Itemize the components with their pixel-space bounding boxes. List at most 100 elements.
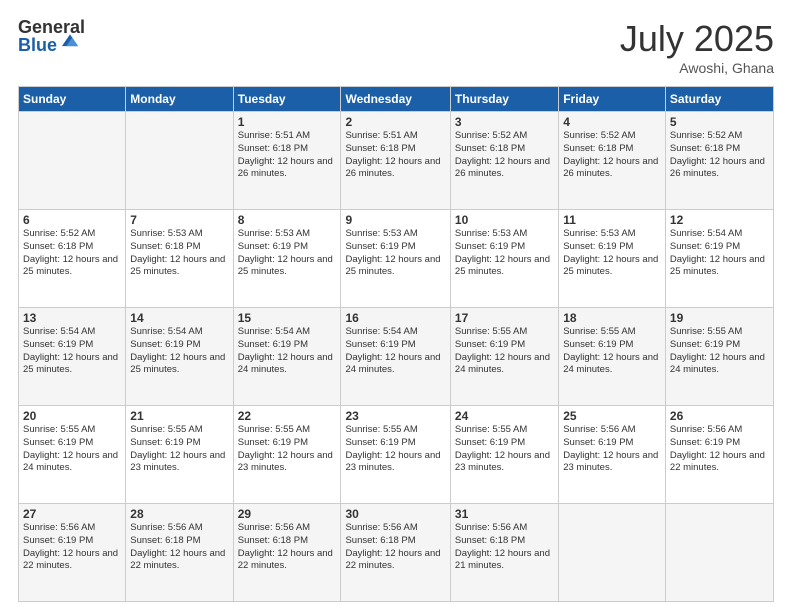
calendar-cell: 3Sunrise: 5:52 AM Sunset: 6:18 PM Daylig… xyxy=(450,112,558,210)
logo-text: General Blue xyxy=(18,18,85,54)
calendar-cell: 28Sunrise: 5:56 AM Sunset: 6:18 PM Dayli… xyxy=(126,504,233,602)
day-number: 21 xyxy=(130,409,228,423)
day-number: 17 xyxy=(455,311,554,325)
day-number: 9 xyxy=(345,213,445,227)
day-number: 15 xyxy=(238,311,337,325)
day-info: Sunrise: 5:55 AM Sunset: 6:19 PM Dayligh… xyxy=(563,326,661,377)
day-number: 7 xyxy=(130,213,228,227)
day-info: Sunrise: 5:54 AM Sunset: 6:19 PM Dayligh… xyxy=(238,326,337,377)
day-info: Sunrise: 5:54 AM Sunset: 6:19 PM Dayligh… xyxy=(670,228,769,279)
logo-blue: Blue xyxy=(18,36,57,54)
calendar-cell: 4Sunrise: 5:52 AM Sunset: 6:18 PM Daylig… xyxy=(559,112,666,210)
day-number: 19 xyxy=(670,311,769,325)
calendar-table: SundayMondayTuesdayWednesdayThursdayFrid… xyxy=(18,86,774,602)
day-number: 5 xyxy=(670,115,769,129)
logo: General Blue xyxy=(18,18,85,54)
header: General Blue July 2025 Awoshi, Ghana xyxy=(18,18,774,76)
calendar-cell: 22Sunrise: 5:55 AM Sunset: 6:19 PM Dayli… xyxy=(233,406,341,504)
calendar-cell: 12Sunrise: 5:54 AM Sunset: 6:19 PM Dayli… xyxy=(665,210,773,308)
day-info: Sunrise: 5:53 AM Sunset: 6:19 PM Dayligh… xyxy=(238,228,337,279)
calendar-header-friday: Friday xyxy=(559,87,666,112)
calendar-cell: 14Sunrise: 5:54 AM Sunset: 6:19 PM Dayli… xyxy=(126,308,233,406)
calendar-cell xyxy=(19,112,126,210)
calendar-cell: 19Sunrise: 5:55 AM Sunset: 6:19 PM Dayli… xyxy=(665,308,773,406)
calendar-cell: 10Sunrise: 5:53 AM Sunset: 6:19 PM Dayli… xyxy=(450,210,558,308)
day-number: 31 xyxy=(455,507,554,521)
day-info: Sunrise: 5:52 AM Sunset: 6:18 PM Dayligh… xyxy=(670,130,769,181)
day-number: 26 xyxy=(670,409,769,423)
calendar-cell: 17Sunrise: 5:55 AM Sunset: 6:19 PM Dayli… xyxy=(450,308,558,406)
day-info: Sunrise: 5:52 AM Sunset: 6:18 PM Dayligh… xyxy=(563,130,661,181)
calendar-cell: 23Sunrise: 5:55 AM Sunset: 6:19 PM Dayli… xyxy=(341,406,450,504)
day-info: Sunrise: 5:56 AM Sunset: 6:18 PM Dayligh… xyxy=(238,522,337,573)
day-info: Sunrise: 5:52 AM Sunset: 6:18 PM Dayligh… xyxy=(455,130,554,181)
calendar-cell: 31Sunrise: 5:56 AM Sunset: 6:18 PM Dayli… xyxy=(450,504,558,602)
day-info: Sunrise: 5:54 AM Sunset: 6:19 PM Dayligh… xyxy=(130,326,228,377)
day-number: 12 xyxy=(670,213,769,227)
day-info: Sunrise: 5:53 AM Sunset: 6:19 PM Dayligh… xyxy=(455,228,554,279)
calendar-header-wednesday: Wednesday xyxy=(341,87,450,112)
day-number: 2 xyxy=(345,115,445,129)
calendar-week-row: 13Sunrise: 5:54 AM Sunset: 6:19 PM Dayli… xyxy=(19,308,774,406)
calendar-cell: 27Sunrise: 5:56 AM Sunset: 6:19 PM Dayli… xyxy=(19,504,126,602)
day-number: 13 xyxy=(23,311,121,325)
day-info: Sunrise: 5:52 AM Sunset: 6:18 PM Dayligh… xyxy=(23,228,121,279)
calendar-header-saturday: Saturday xyxy=(665,87,773,112)
calendar-cell xyxy=(559,504,666,602)
day-number: 6 xyxy=(23,213,121,227)
calendar-cell: 25Sunrise: 5:56 AM Sunset: 6:19 PM Dayli… xyxy=(559,406,666,504)
day-info: Sunrise: 5:55 AM Sunset: 6:19 PM Dayligh… xyxy=(455,424,554,475)
calendar-header-monday: Monday xyxy=(126,87,233,112)
day-number: 30 xyxy=(345,507,445,521)
calendar-cell: 13Sunrise: 5:54 AM Sunset: 6:19 PM Dayli… xyxy=(19,308,126,406)
calendar-cell xyxy=(665,504,773,602)
calendar-cell: 26Sunrise: 5:56 AM Sunset: 6:19 PM Dayli… xyxy=(665,406,773,504)
calendar-cell: 20Sunrise: 5:55 AM Sunset: 6:19 PM Dayli… xyxy=(19,406,126,504)
day-number: 11 xyxy=(563,213,661,227)
day-info: Sunrise: 5:55 AM Sunset: 6:19 PM Dayligh… xyxy=(23,424,121,475)
day-info: Sunrise: 5:54 AM Sunset: 6:19 PM Dayligh… xyxy=(345,326,445,377)
day-info: Sunrise: 5:56 AM Sunset: 6:19 PM Dayligh… xyxy=(670,424,769,475)
day-number: 28 xyxy=(130,507,228,521)
calendar-week-row: 20Sunrise: 5:55 AM Sunset: 6:19 PM Dayli… xyxy=(19,406,774,504)
day-info: Sunrise: 5:55 AM Sunset: 6:19 PM Dayligh… xyxy=(130,424,228,475)
calendar-week-row: 1Sunrise: 5:51 AM Sunset: 6:18 PM Daylig… xyxy=(19,112,774,210)
calendar-cell: 7Sunrise: 5:53 AM Sunset: 6:18 PM Daylig… xyxy=(126,210,233,308)
day-number: 16 xyxy=(345,311,445,325)
day-number: 29 xyxy=(238,507,337,521)
day-number: 3 xyxy=(455,115,554,129)
day-info: Sunrise: 5:56 AM Sunset: 6:19 PM Dayligh… xyxy=(563,424,661,475)
day-number: 4 xyxy=(563,115,661,129)
day-number: 23 xyxy=(345,409,445,423)
title-location: Awoshi, Ghana xyxy=(620,60,774,76)
day-info: Sunrise: 5:55 AM Sunset: 6:19 PM Dayligh… xyxy=(345,424,445,475)
calendar-cell: 24Sunrise: 5:55 AM Sunset: 6:19 PM Dayli… xyxy=(450,406,558,504)
day-info: Sunrise: 5:56 AM Sunset: 6:18 PM Dayligh… xyxy=(455,522,554,573)
calendar-cell: 18Sunrise: 5:55 AM Sunset: 6:19 PM Dayli… xyxy=(559,308,666,406)
day-number: 24 xyxy=(455,409,554,423)
calendar-week-row: 27Sunrise: 5:56 AM Sunset: 6:19 PM Dayli… xyxy=(19,504,774,602)
day-info: Sunrise: 5:54 AM Sunset: 6:19 PM Dayligh… xyxy=(23,326,121,377)
day-info: Sunrise: 5:56 AM Sunset: 6:18 PM Dayligh… xyxy=(345,522,445,573)
calendar-cell: 6Sunrise: 5:52 AM Sunset: 6:18 PM Daylig… xyxy=(19,210,126,308)
calendar-cell: 16Sunrise: 5:54 AM Sunset: 6:19 PM Dayli… xyxy=(341,308,450,406)
calendar-cell: 5Sunrise: 5:52 AM Sunset: 6:18 PM Daylig… xyxy=(665,112,773,210)
day-info: Sunrise: 5:53 AM Sunset: 6:19 PM Dayligh… xyxy=(345,228,445,279)
calendar-cell: 9Sunrise: 5:53 AM Sunset: 6:19 PM Daylig… xyxy=(341,210,450,308)
day-info: Sunrise: 5:55 AM Sunset: 6:19 PM Dayligh… xyxy=(455,326,554,377)
day-number: 10 xyxy=(455,213,554,227)
day-info: Sunrise: 5:56 AM Sunset: 6:19 PM Dayligh… xyxy=(23,522,121,573)
day-number: 25 xyxy=(563,409,661,423)
calendar-cell: 30Sunrise: 5:56 AM Sunset: 6:18 PM Dayli… xyxy=(341,504,450,602)
day-number: 22 xyxy=(238,409,337,423)
calendar-cell: 11Sunrise: 5:53 AM Sunset: 6:19 PM Dayli… xyxy=(559,210,666,308)
logo-icon xyxy=(59,30,81,52)
day-info: Sunrise: 5:56 AM Sunset: 6:18 PM Dayligh… xyxy=(130,522,228,573)
day-info: Sunrise: 5:55 AM Sunset: 6:19 PM Dayligh… xyxy=(670,326,769,377)
calendar-header-thursday: Thursday xyxy=(450,87,558,112)
day-number: 18 xyxy=(563,311,661,325)
calendar-cell: 29Sunrise: 5:56 AM Sunset: 6:18 PM Dayli… xyxy=(233,504,341,602)
page: General Blue July 2025 Awoshi, Ghana Sun… xyxy=(0,0,792,612)
calendar-header-tuesday: Tuesday xyxy=(233,87,341,112)
calendar-week-row: 6Sunrise: 5:52 AM Sunset: 6:18 PM Daylig… xyxy=(19,210,774,308)
